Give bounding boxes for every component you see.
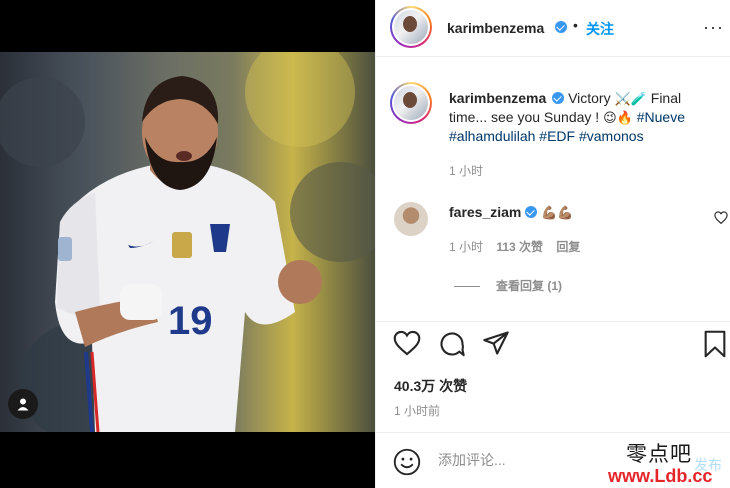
comments-list[interactable]: karimbenzema Victory ⚔️🧪 Final time... s… [376, 58, 730, 321]
post-header: karimbenzema • 关注 ··· [376, 0, 730, 57]
post-sidebar: karimbenzema • 关注 ··· karimbenzema Victo… [375, 0, 730, 488]
comment-bubble-icon[interactable] [438, 330, 466, 358]
hashtag-link[interactable]: #EDF [539, 128, 575, 144]
comment-likes[interactable]: 113 次赞 [496, 240, 543, 254]
caption-victory: Victory [568, 90, 615, 106]
comment-emoji: 💪🏽💪🏽 [541, 205, 574, 220]
view-replies-button[interactable]: 查看回复 (1) [454, 277, 562, 294]
watermark-url: www.Ldb.cc [608, 466, 713, 486]
photo-illustration: 19 [0, 52, 375, 432]
user-tag-button[interactable] [8, 389, 38, 419]
user-tag-icon [17, 398, 29, 411]
heart-icon[interactable] [393, 330, 421, 356]
commenter-avatar[interactable] [394, 202, 428, 236]
like-count[interactable]: 40.3万 次赞 [394, 376, 467, 396]
hashtag-link[interactable]: #alhamdulilah [449, 128, 535, 144]
commenter-username[interactable]: fares_ziam [449, 204, 521, 220]
replies-divider [454, 286, 480, 288]
comment-text: fares_ziam 💪🏽💪🏽 [449, 204, 574, 221]
post-photo[interactable]: 19 [0, 52, 375, 432]
hashtag-link[interactable]: #vamonos [579, 128, 644, 144]
post-actions: 40.3万 次赞 1 小时前 [376, 321, 730, 426]
post-timestamp[interactable]: 1 小时前 [394, 402, 440, 419]
more-options-icon[interactable]: ··· [703, 17, 724, 38]
view-replies-label: 查看回复 (1) [496, 279, 563, 293]
author-avatar[interactable] [390, 6, 432, 48]
comment-meta: 1 小时 113 次赞 回复 [449, 238, 590, 255]
avatar-image [394, 86, 428, 120]
jersey-number: 19 [168, 299, 213, 343]
bookmark-icon[interactable] [703, 330, 727, 358]
header-separator: • [573, 17, 578, 33]
watermark-chinese: 零点吧 [626, 442, 692, 466]
verified-badge-icon [555, 21, 567, 33]
verified-badge-icon [552, 92, 565, 104]
caption-emoji-2: 😉🔥 [603, 110, 633, 125]
caption-author-avatar[interactable] [390, 82, 432, 124]
avatar-image [394, 10, 428, 44]
comment-timestamp[interactable]: 1 小时 [449, 240, 483, 254]
verified-badge-icon [525, 206, 538, 218]
caption-username[interactable]: karimbenzema [449, 90, 546, 106]
follow-button[interactable]: 关注 [586, 19, 614, 39]
hashtag-link[interactable]: #Nueve [637, 109, 685, 125]
paper-plane-icon[interactable] [482, 330, 510, 356]
caption-emoji-1: ⚔️🧪 [614, 91, 647, 106]
smiley-icon[interactable] [393, 448, 421, 476]
reply-button[interactable]: 回复 [556, 240, 580, 254]
comment-like-heart-icon[interactable] [714, 211, 728, 224]
post-media[interactable]: 19 [0, 0, 375, 488]
author-username[interactable]: karimbenzema [447, 20, 544, 36]
caption-text: karimbenzema Victory ⚔️🧪 Final time... s… [449, 89, 719, 146]
caption-timestamp[interactable]: 1 小时 [449, 162, 483, 179]
